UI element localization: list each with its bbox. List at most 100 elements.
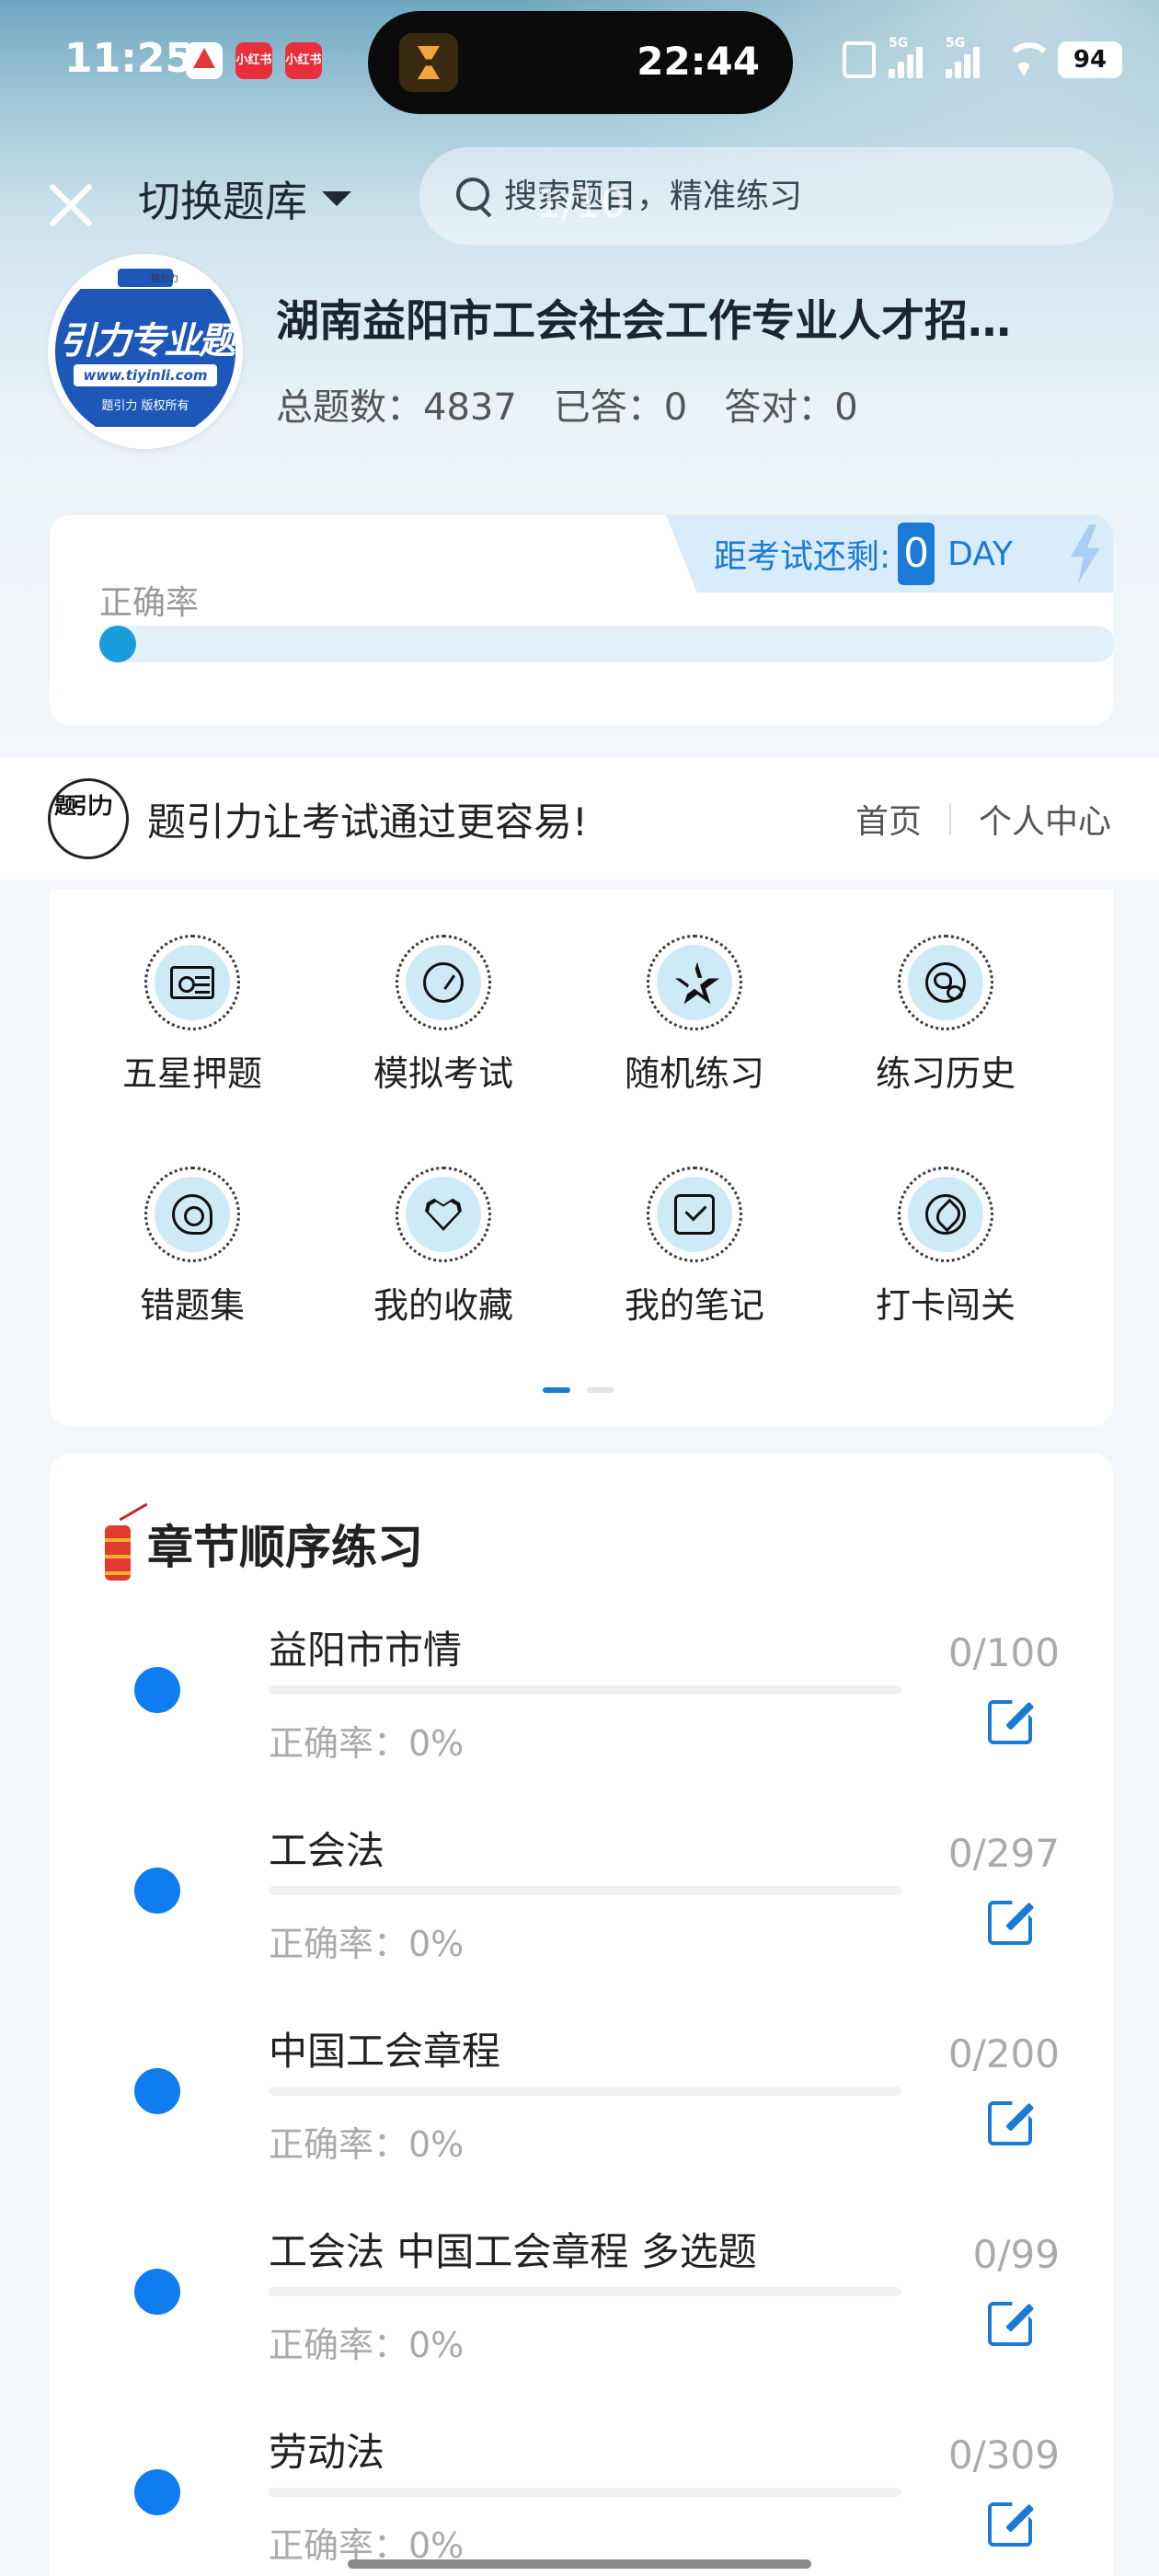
vibrate-icon bbox=[843, 41, 876, 78]
chapter-accuracy: 正确率：0% bbox=[269, 1924, 465, 1964]
home-indicator[interactable] bbox=[348, 2559, 811, 2569]
star-icon bbox=[674, 962, 715, 1003]
switch-bank-label: 切换题库 bbox=[138, 177, 307, 226]
xiaohongshu-notification-icon: 小红书 bbox=[285, 42, 322, 79]
exam-countdown: 距考试还剩: 0 DAY bbox=[666, 515, 1113, 592]
edit-icon[interactable] bbox=[988, 2497, 1032, 2541]
menu-item-wrong-answers[interactable]: 错题集 bbox=[77, 1167, 307, 1328]
dynamic-island[interactable]: 22:44 bbox=[368, 11, 793, 114]
status-indicators: 5G 5G 94 bbox=[843, 36, 1122, 83]
heart-icon bbox=[423, 1194, 464, 1235]
divider bbox=[948, 803, 951, 834]
lightning-icon bbox=[1071, 524, 1100, 583]
chapter-progress-bar bbox=[269, 1685, 901, 1695]
logo-brand-text: 题引力 bbox=[151, 274, 178, 284]
personal-center-link[interactable]: 个人中心 bbox=[979, 795, 1111, 843]
chapter-row[interactable]: 劳动法 正确率：0% 0/309 bbox=[50, 2421, 1113, 2576]
chapter-name: 工会法 bbox=[269, 1828, 385, 1873]
chapter-progress-bar bbox=[269, 2488, 901, 2497]
menu-item-label: 我的笔记 bbox=[624, 1285, 764, 1326]
menu-item-mock-exam[interactable]: 模拟考试 bbox=[328, 935, 558, 1096]
battery-indicator: 94 bbox=[1058, 41, 1122, 78]
menu-item-favorites[interactable]: 我的收藏 bbox=[328, 1167, 558, 1328]
accuracy-card: 距考试还剩: 0 DAY 正确率 bbox=[50, 515, 1113, 725]
chapter-bullet bbox=[134, 1667, 180, 1713]
chapter-bullet bbox=[134, 2068, 180, 2114]
chapter-row[interactable]: 中国工会章程 正确率：0% 0/200 bbox=[50, 2020, 1113, 2221]
chapter-row[interactable]: 益阳市市情 正确率：0% 0/100 bbox=[50, 1619, 1113, 1820]
edit-icon[interactable] bbox=[988, 2296, 1032, 2340]
question-bank-logo: 题引力 引力专业题 www.tiyinli.com 题引力 版权所有 bbox=[48, 254, 243, 449]
close-icon[interactable] bbox=[39, 173, 103, 237]
search-bar[interactable] bbox=[419, 147, 1113, 245]
edit-icon[interactable] bbox=[988, 1695, 1032, 1739]
brand-bar: 题引力让考试通过更容易! 首页 个人中心 bbox=[0, 758, 1159, 880]
menu-item-label: 模拟考试 bbox=[373, 1053, 513, 1094]
checkbox-icon bbox=[674, 1194, 715, 1235]
head-icon bbox=[172, 1194, 212, 1235]
menu-item-checkin-challenge[interactable]: 打卡闯关 bbox=[831, 1167, 1061, 1328]
correct-count: 答对：0 bbox=[724, 386, 858, 429]
id-card-icon bbox=[170, 966, 214, 999]
menu-item-label: 练习历史 bbox=[875, 1053, 1016, 1094]
edit-icon[interactable] bbox=[988, 1895, 1032, 1939]
status-bar: 11:25 小红书 小红书 22:44 5G 5G 94 bbox=[0, 0, 1159, 120]
chapter-bullet bbox=[134, 2269, 180, 2315]
chapter-progress-bar bbox=[269, 2087, 901, 2096]
accuracy-progress-bar bbox=[99, 626, 1113, 662]
hourglass-icon bbox=[399, 33, 458, 92]
chapter-practice-section: 章节顺序练习 益阳市市情 正确率：0% 0/100 工会法 正确率：0% 0/2… bbox=[50, 1454, 1113, 2576]
menu-item-random-practice[interactable]: 随机练习 bbox=[580, 935, 809, 1096]
logo-url: www.tiyinli.com bbox=[74, 364, 217, 386]
menu-item-label: 错题集 bbox=[139, 1285, 245, 1326]
chapter-name: 劳动法 bbox=[269, 2430, 385, 2475]
chapter-count: 0/309 bbox=[947, 2432, 1060, 2478]
accuracy-label: 正确率 bbox=[99, 584, 200, 622]
chapter-accuracy: 正确率：0% bbox=[269, 1723, 465, 1764]
countdown-label: 距考试还剩: bbox=[714, 538, 891, 576]
chapter-count: 0/200 bbox=[947, 2031, 1060, 2076]
accuracy-progress-knob bbox=[99, 626, 136, 662]
signal-icon: 5G bbox=[889, 36, 933, 78]
search-icon bbox=[456, 178, 493, 214]
brand-links: 首页 个人中心 bbox=[855, 795, 1111, 843]
chapter-row[interactable]: 工会法 正确率：0% 0/297 bbox=[50, 1820, 1113, 2020]
logo-copyright: 题引力 版权所有 bbox=[101, 399, 189, 413]
menu-item-label: 我的收藏 bbox=[373, 1285, 513, 1326]
chapter-bullet bbox=[134, 2469, 180, 2515]
notification-app-icon bbox=[186, 42, 223, 79]
image-page-indicator: 1/10 bbox=[535, 180, 626, 227]
chapter-name: 中国工会章程 bbox=[269, 2029, 501, 2074]
xiaohongshu-notification-icon: 小红书 bbox=[235, 42, 272, 79]
chapter-count: 0/99 bbox=[972, 2232, 1060, 2277]
chapter-count: 0/297 bbox=[947, 1831, 1060, 1876]
island-timer: 22:44 bbox=[637, 39, 760, 84]
switch-question-bank-button[interactable]: 切换题库 bbox=[138, 171, 351, 226]
menu-page-dots bbox=[543, 1387, 614, 1393]
signal-icon: 5G bbox=[946, 36, 990, 78]
wifi-icon bbox=[1003, 42, 1053, 77]
firecracker-icon bbox=[99, 1501, 140, 1586]
page-dot[interactable] bbox=[587, 1387, 614, 1393]
menu-item-five-star[interactable]: 五星押题 bbox=[77, 935, 307, 1096]
countdown-days: 0 bbox=[898, 523, 935, 585]
answered-count: 已答：0 bbox=[553, 386, 688, 429]
edit-icon[interactable] bbox=[988, 2096, 1032, 2140]
section-title: 章节顺序练习 bbox=[147, 1521, 423, 1574]
caret-down-icon bbox=[322, 191, 351, 206]
total-questions: 总题数：4837 bbox=[276, 386, 517, 429]
chapter-count: 0/100 bbox=[947, 1630, 1060, 1675]
menu-item-label: 随机练习 bbox=[624, 1053, 764, 1094]
brand-slogan: 题引力让考试通过更容易! bbox=[147, 799, 588, 845]
question-bank-stats: 总题数：4837 已答：0 答对：0 bbox=[276, 377, 858, 431]
chapter-progress-bar bbox=[269, 1886, 901, 1895]
home-link[interactable]: 首页 bbox=[855, 795, 922, 843]
chapter-bullet bbox=[134, 1868, 180, 1914]
menu-item-practice-history[interactable]: 练习历史 bbox=[831, 935, 1061, 1096]
status-time: 11:25 bbox=[64, 35, 194, 82]
page-dot-active[interactable] bbox=[543, 1387, 570, 1393]
chapter-row[interactable]: 工会法 中国工会章程 多选题 正确率：0% 0/99 bbox=[50, 2221, 1113, 2421]
menu-item-notes[interactable]: 我的笔记 bbox=[580, 1167, 809, 1328]
chapter-name: 工会法 中国工会章程 多选题 bbox=[269, 2229, 757, 2274]
countdown-unit: DAY bbox=[947, 535, 1014, 573]
